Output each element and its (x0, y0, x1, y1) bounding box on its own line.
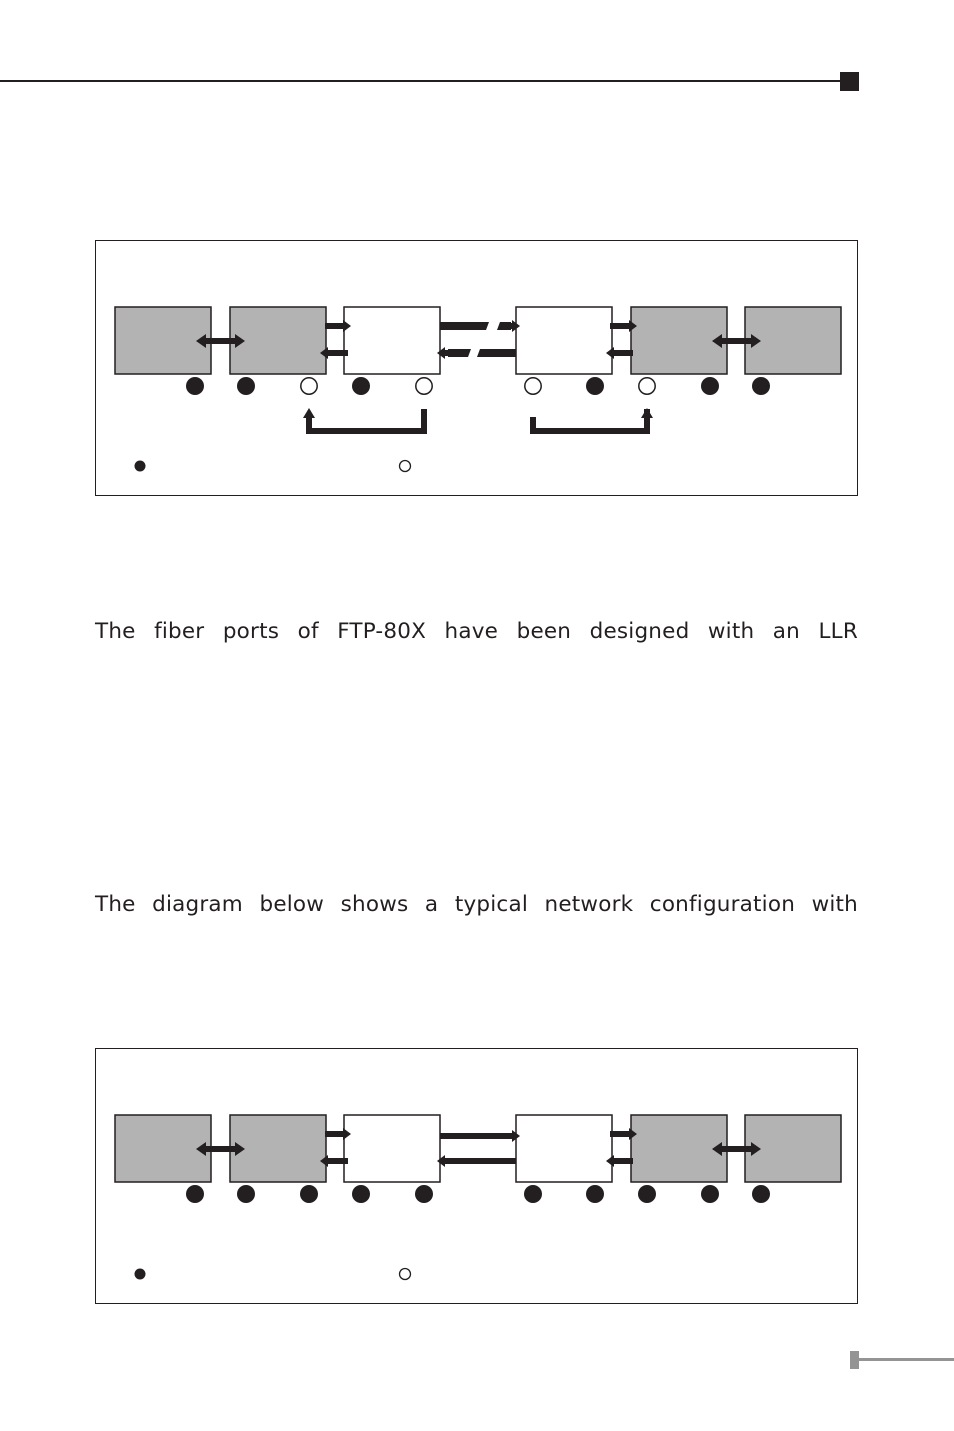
diagram-normal-network (95, 1048, 858, 1304)
led-on-icon (701, 1185, 719, 1203)
utp-link-right-arrow (712, 1142, 761, 1156)
led-on-icon (352, 1185, 370, 1203)
led-off-icon (638, 377, 656, 395)
led-on-icon (586, 1185, 604, 1203)
led-on-icon (524, 1185, 542, 1203)
fiber-rx-segment-b (477, 349, 516, 357)
diagram-normal-network-canvas (114, 1114, 842, 1281)
fiber-tx-segment-a (440, 322, 489, 330)
llr-loopback-arrowhead-icon (641, 408, 653, 418)
led-off-icon (524, 377, 542, 395)
footer-page-tab (850, 1351, 859, 1369)
led-on-icon (415, 1185, 433, 1203)
diagram-llr-fault (95, 240, 858, 496)
utp-link-right-arrow (712, 334, 761, 348)
legend-led-off-icon (398, 1267, 412, 1281)
device-end-device-box (114, 306, 212, 375)
legend-led-on-icon (134, 460, 146, 472)
device-converter-box (515, 1114, 613, 1183)
llr-loopback-arrowhead-icon (303, 408, 315, 418)
device-converter-box (343, 1114, 441, 1183)
paragraph-diagram-intro: The diagram below shows a typical networ… (95, 892, 858, 917)
fiber-tx-link-arrow (440, 1130, 520, 1142)
led-on-icon (237, 377, 255, 395)
header-marker-square (840, 72, 859, 91)
fiber-rx-link-arrow (437, 1155, 516, 1167)
utp-link-left-arrow (196, 1142, 245, 1156)
device-converter-box (343, 306, 441, 375)
led-off-icon (415, 377, 433, 395)
led-on-icon (352, 377, 370, 395)
led-off-icon (300, 377, 318, 395)
device-switch-box (630, 1114, 728, 1183)
diagram-llr-fault-canvas (114, 306, 842, 473)
led-on-icon (638, 1185, 656, 1203)
legend-led-off-icon (398, 459, 412, 473)
led-on-icon (300, 1185, 318, 1203)
device-converter-box (515, 306, 613, 375)
fiber-rx-segment-a (448, 349, 471, 357)
led-on-icon (701, 377, 719, 395)
led-on-icon (186, 1185, 204, 1203)
led-on-icon (752, 1185, 770, 1203)
device-switch-box (229, 1114, 327, 1183)
llr-loopback-arrow (530, 409, 650, 434)
device-end-device-box (114, 1114, 212, 1183)
device-switch-box (229, 306, 327, 375)
led-on-icon (237, 1185, 255, 1203)
paragraph-llr-intro: The fiber ports of FTP-80X have been des… (95, 619, 858, 644)
utp-link-left-arrow (196, 334, 245, 348)
led-on-icon (752, 377, 770, 395)
led-on-icon (186, 377, 204, 395)
footer-rule (858, 1358, 954, 1361)
llr-loopback-arrow (306, 409, 427, 434)
led-on-icon (586, 377, 604, 395)
header-rule (0, 80, 842, 82)
device-switch-box (630, 306, 728, 375)
legend-led-on-icon (134, 1268, 146, 1280)
